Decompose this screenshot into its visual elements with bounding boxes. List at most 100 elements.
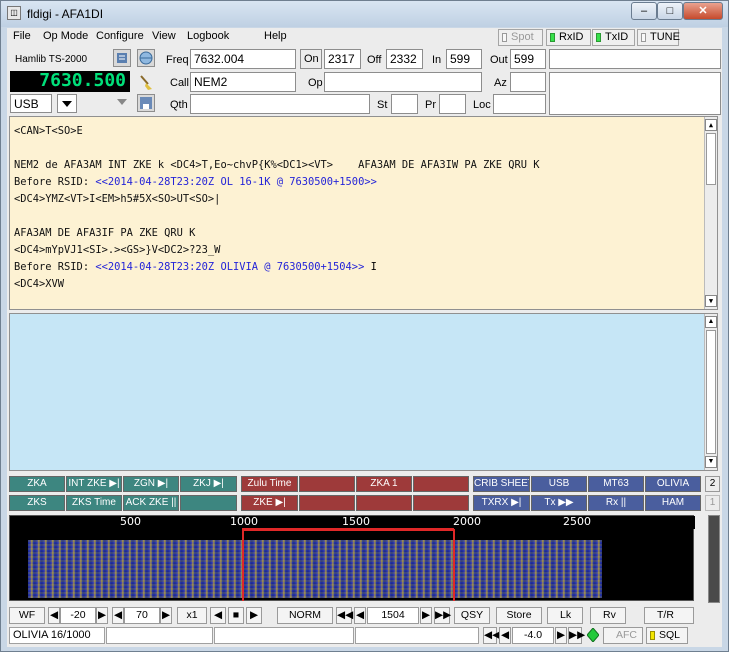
log-notes-box[interactable] (549, 72, 721, 115)
clear-broom-icon[interactable] (137, 73, 155, 91)
macro-empty[interactable] (413, 495, 469, 511)
wf-level-field[interactable]: -20 (60, 607, 96, 624)
prev-icon[interactable]: ◀ (210, 607, 226, 624)
macro-empty[interactable] (413, 476, 469, 492)
tune-toggle[interactable]: TUNE (637, 29, 680, 46)
menu-file[interactable]: File (13, 30, 31, 42)
macro-int-zke[interactable]: INT ZKE ▶| (66, 476, 122, 492)
menu-view[interactable]: View (152, 30, 176, 42)
globe-icon[interactable] (137, 49, 155, 67)
macro-empty[interactable] (180, 495, 237, 511)
squelch-fast-up-icon[interactable]: ▶▶ (568, 627, 585, 644)
state-field[interactable] (391, 94, 418, 114)
menu-configure[interactable]: Configure (96, 30, 144, 42)
macro-zka[interactable]: ZKA (9, 476, 65, 492)
mode-dropdown-icon[interactable] (57, 94, 77, 113)
rst-in-field[interactable]: 599 (446, 49, 482, 69)
locator-field[interactable] (493, 94, 546, 114)
transmit-text-panel[interactable]: ▲ ▼ (9, 313, 718, 471)
carrier-frequency-field[interactable]: 1504 (367, 607, 419, 624)
spot-toggle[interactable]: Spot (498, 29, 543, 46)
azimuth-field[interactable] (510, 72, 546, 92)
squelch-level-field[interactable]: -4.0 (512, 627, 554, 644)
macro-zkj[interactable]: ZKJ ▶| (180, 476, 237, 492)
macro-zulu-time[interactable]: Zulu Time (241, 476, 298, 492)
level-up-icon[interactable]: ▶ (96, 607, 108, 624)
menu-op-mode[interactable]: Op Mode (43, 30, 88, 42)
macro-empty[interactable] (299, 495, 355, 511)
next-icon[interactable]: ▶ (246, 607, 262, 624)
fast-forward-icon[interactable]: ▶▶ (434, 607, 451, 624)
time-off-field[interactable]: 2332 (386, 49, 423, 69)
squelch-down-icon[interactable]: ◀ (499, 627, 511, 644)
rig-mode-select[interactable]: USB (10, 94, 52, 113)
rx-scrollbar[interactable]: ▲ ▼ (704, 117, 717, 309)
fast-back-icon[interactable]: ◀◀ (336, 607, 353, 624)
scroll-down-icon[interactable]: ▼ (705, 456, 717, 468)
macro-crib-sheet[interactable]: CRIB SHEET (473, 476, 530, 492)
macro-tx[interactable]: Tx ▶▶ (531, 495, 587, 511)
squelch-fast-down-icon[interactable]: ◀◀ (483, 627, 500, 644)
scroll-up-icon[interactable]: ▲ (705, 316, 717, 328)
rxid-toggle[interactable]: RxID (546, 29, 591, 46)
qth-field[interactable] (190, 94, 370, 114)
macro-mt63[interactable]: MT63 (588, 476, 644, 492)
zoom-button[interactable]: x1 (177, 607, 207, 624)
signal-level-slider[interactable] (708, 515, 720, 603)
macro-zks-time[interactable]: ZKS Time (66, 495, 122, 511)
range-up-icon[interactable]: ▶ (160, 607, 172, 624)
minimize-button[interactable]: – (631, 2, 657, 20)
macro-olivia[interactable]: OLIVIA (645, 476, 701, 492)
forward-icon[interactable]: ▶ (420, 607, 432, 624)
op-name-field[interactable] (324, 72, 482, 92)
tx-scrollbar[interactable]: ▲ ▼ (704, 314, 717, 470)
macro-zka-1[interactable]: ZKA 1 (356, 476, 412, 492)
on-button[interactable]: On (300, 49, 322, 69)
macro-txrx[interactable]: TXRX ▶| (473, 495, 530, 511)
rig-list-icon[interactable] (113, 49, 131, 67)
call-field[interactable]: NEM2 (190, 72, 296, 92)
close-button[interactable]: ✕ (683, 2, 723, 20)
macro-zks[interactable]: ZKS (9, 495, 65, 511)
log-save-icon[interactable] (137, 94, 155, 112)
afc-toggle[interactable]: AFC (603, 627, 643, 644)
sql-toggle[interactable]: SQL (646, 627, 688, 644)
tx-rx-toggle[interactable]: T/R (644, 607, 694, 624)
menu-logbook[interactable]: Logbook (187, 30, 229, 42)
range-down-icon[interactable]: ◀ (112, 607, 124, 624)
bandwidth-dropdown-icon[interactable] (117, 99, 127, 105)
time-on-field[interactable]: 2317 (324, 49, 361, 69)
macro-rx[interactable]: Rx || (588, 495, 644, 511)
scroll-down-icon[interactable]: ▼ (705, 295, 717, 307)
stop-icon[interactable]: ■ (228, 607, 244, 624)
reverse-toggle[interactable]: Rv (590, 607, 626, 624)
macro-empty[interactable] (299, 476, 355, 492)
frequency-display[interactable]: 7630.500 (10, 71, 130, 92)
rst-out-field[interactable]: 599 (510, 49, 546, 69)
waterfall[interactable]: 500 1000 1500 2000 2500 (9, 515, 695, 601)
scroll-thumb[interactable] (706, 330, 716, 454)
freq-field[interactable]: 7632.004 (190, 49, 296, 69)
lock-toggle[interactable]: Lk (547, 607, 583, 624)
qsy-button[interactable]: QSY (454, 607, 490, 624)
macro-zgn[interactable]: ZGN ▶| (123, 476, 179, 492)
receive-text-panel[interactable]: <CAN>T<SO>E NEM2 de AFA3AM INT ZKE k <DC… (9, 116, 718, 310)
scroll-up-icon[interactable]: ▲ (705, 119, 717, 131)
level-down-icon[interactable]: ◀ (48, 607, 60, 624)
wf-mode-button[interactable]: WF (9, 607, 45, 624)
scroll-thumb[interactable] (706, 133, 716, 185)
macro-usb[interactable]: USB (531, 476, 587, 492)
menu-help[interactable]: Help (264, 30, 287, 42)
macro-set-2-button[interactable]: 2 (705, 476, 720, 492)
macro-ack-zke[interactable]: ACK ZKE || (123, 495, 179, 511)
province-field[interactable] (439, 94, 466, 114)
norm-button[interactable]: NORM (277, 607, 333, 624)
macro-set-1-button[interactable]: 1 (705, 495, 720, 511)
back-icon[interactable]: ◀ (354, 607, 366, 624)
macro-ham[interactable]: HAM (645, 495, 701, 511)
store-button[interactable]: Store (496, 607, 542, 624)
wf-range-field[interactable]: 70 (124, 607, 160, 624)
maximize-button[interactable]: □ (657, 2, 683, 20)
macro-empty[interactable] (356, 495, 412, 511)
txid-toggle[interactable]: TxID (592, 29, 635, 46)
